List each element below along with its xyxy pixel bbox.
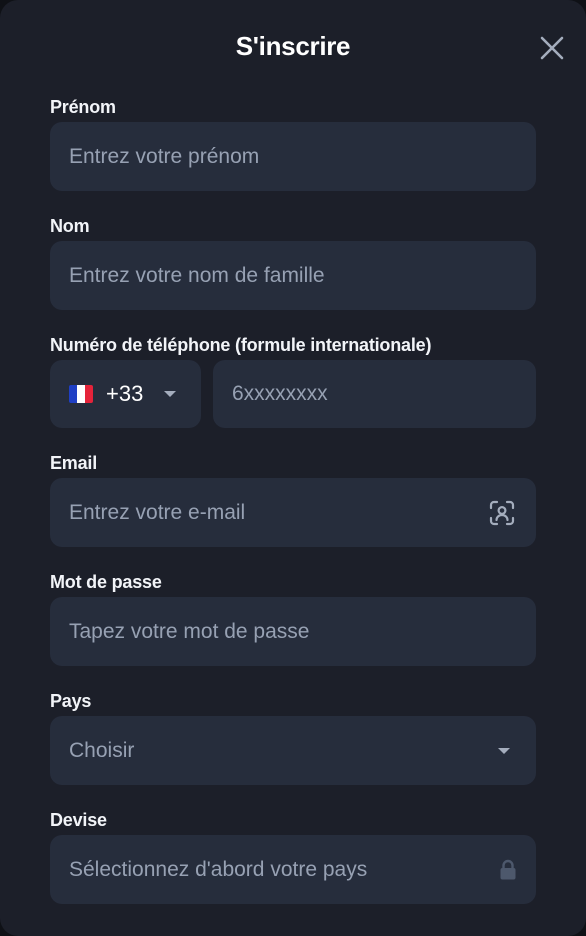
modal-title: S'inscrire [235,31,351,61]
country-select-value: Choisir [69,738,135,762]
chevron-down-icon [498,747,510,754]
password-label: Mot de passe [50,572,162,592]
country-label: Pays [50,691,92,711]
close-button[interactable] [536,32,568,64]
france-flag-icon [69,385,93,403]
currency-select-placeholder: Sélectionnez d'abord votre pays [69,857,368,881]
face-scan-icon[interactable] [488,499,516,527]
close-icon [540,36,564,60]
country-code-select[interactable]: +33 [50,360,201,428]
country-code-value: +33 [106,381,144,406]
last-name-field-box [50,241,536,310]
first-name-input[interactable] [50,122,536,191]
signup-modal: S'inscrire Prénom Nom Numéro de téléphon… [0,0,586,936]
email-field-box [50,478,536,547]
password-field-box [50,597,536,666]
chevron-down-icon [164,391,176,397]
lock-icon [500,859,516,879]
last-name-label: Nom [50,216,90,236]
country-select[interactable]: Choisir [50,716,536,785]
currency-select[interactable]: Sélectionnez d'abord votre pays [50,835,536,904]
currency-label: Devise [50,810,107,830]
last-name-input[interactable] [50,241,536,310]
first-name-label: Prénom [50,97,116,117]
phone-number-input[interactable] [213,360,536,428]
email-input[interactable] [50,478,536,547]
password-input[interactable] [50,597,536,666]
email-label: Email [50,453,98,473]
phone-label: Numéro de téléphone (formule internation… [50,335,432,355]
first-name-field-box [50,122,536,191]
phone-field-box [213,360,536,428]
